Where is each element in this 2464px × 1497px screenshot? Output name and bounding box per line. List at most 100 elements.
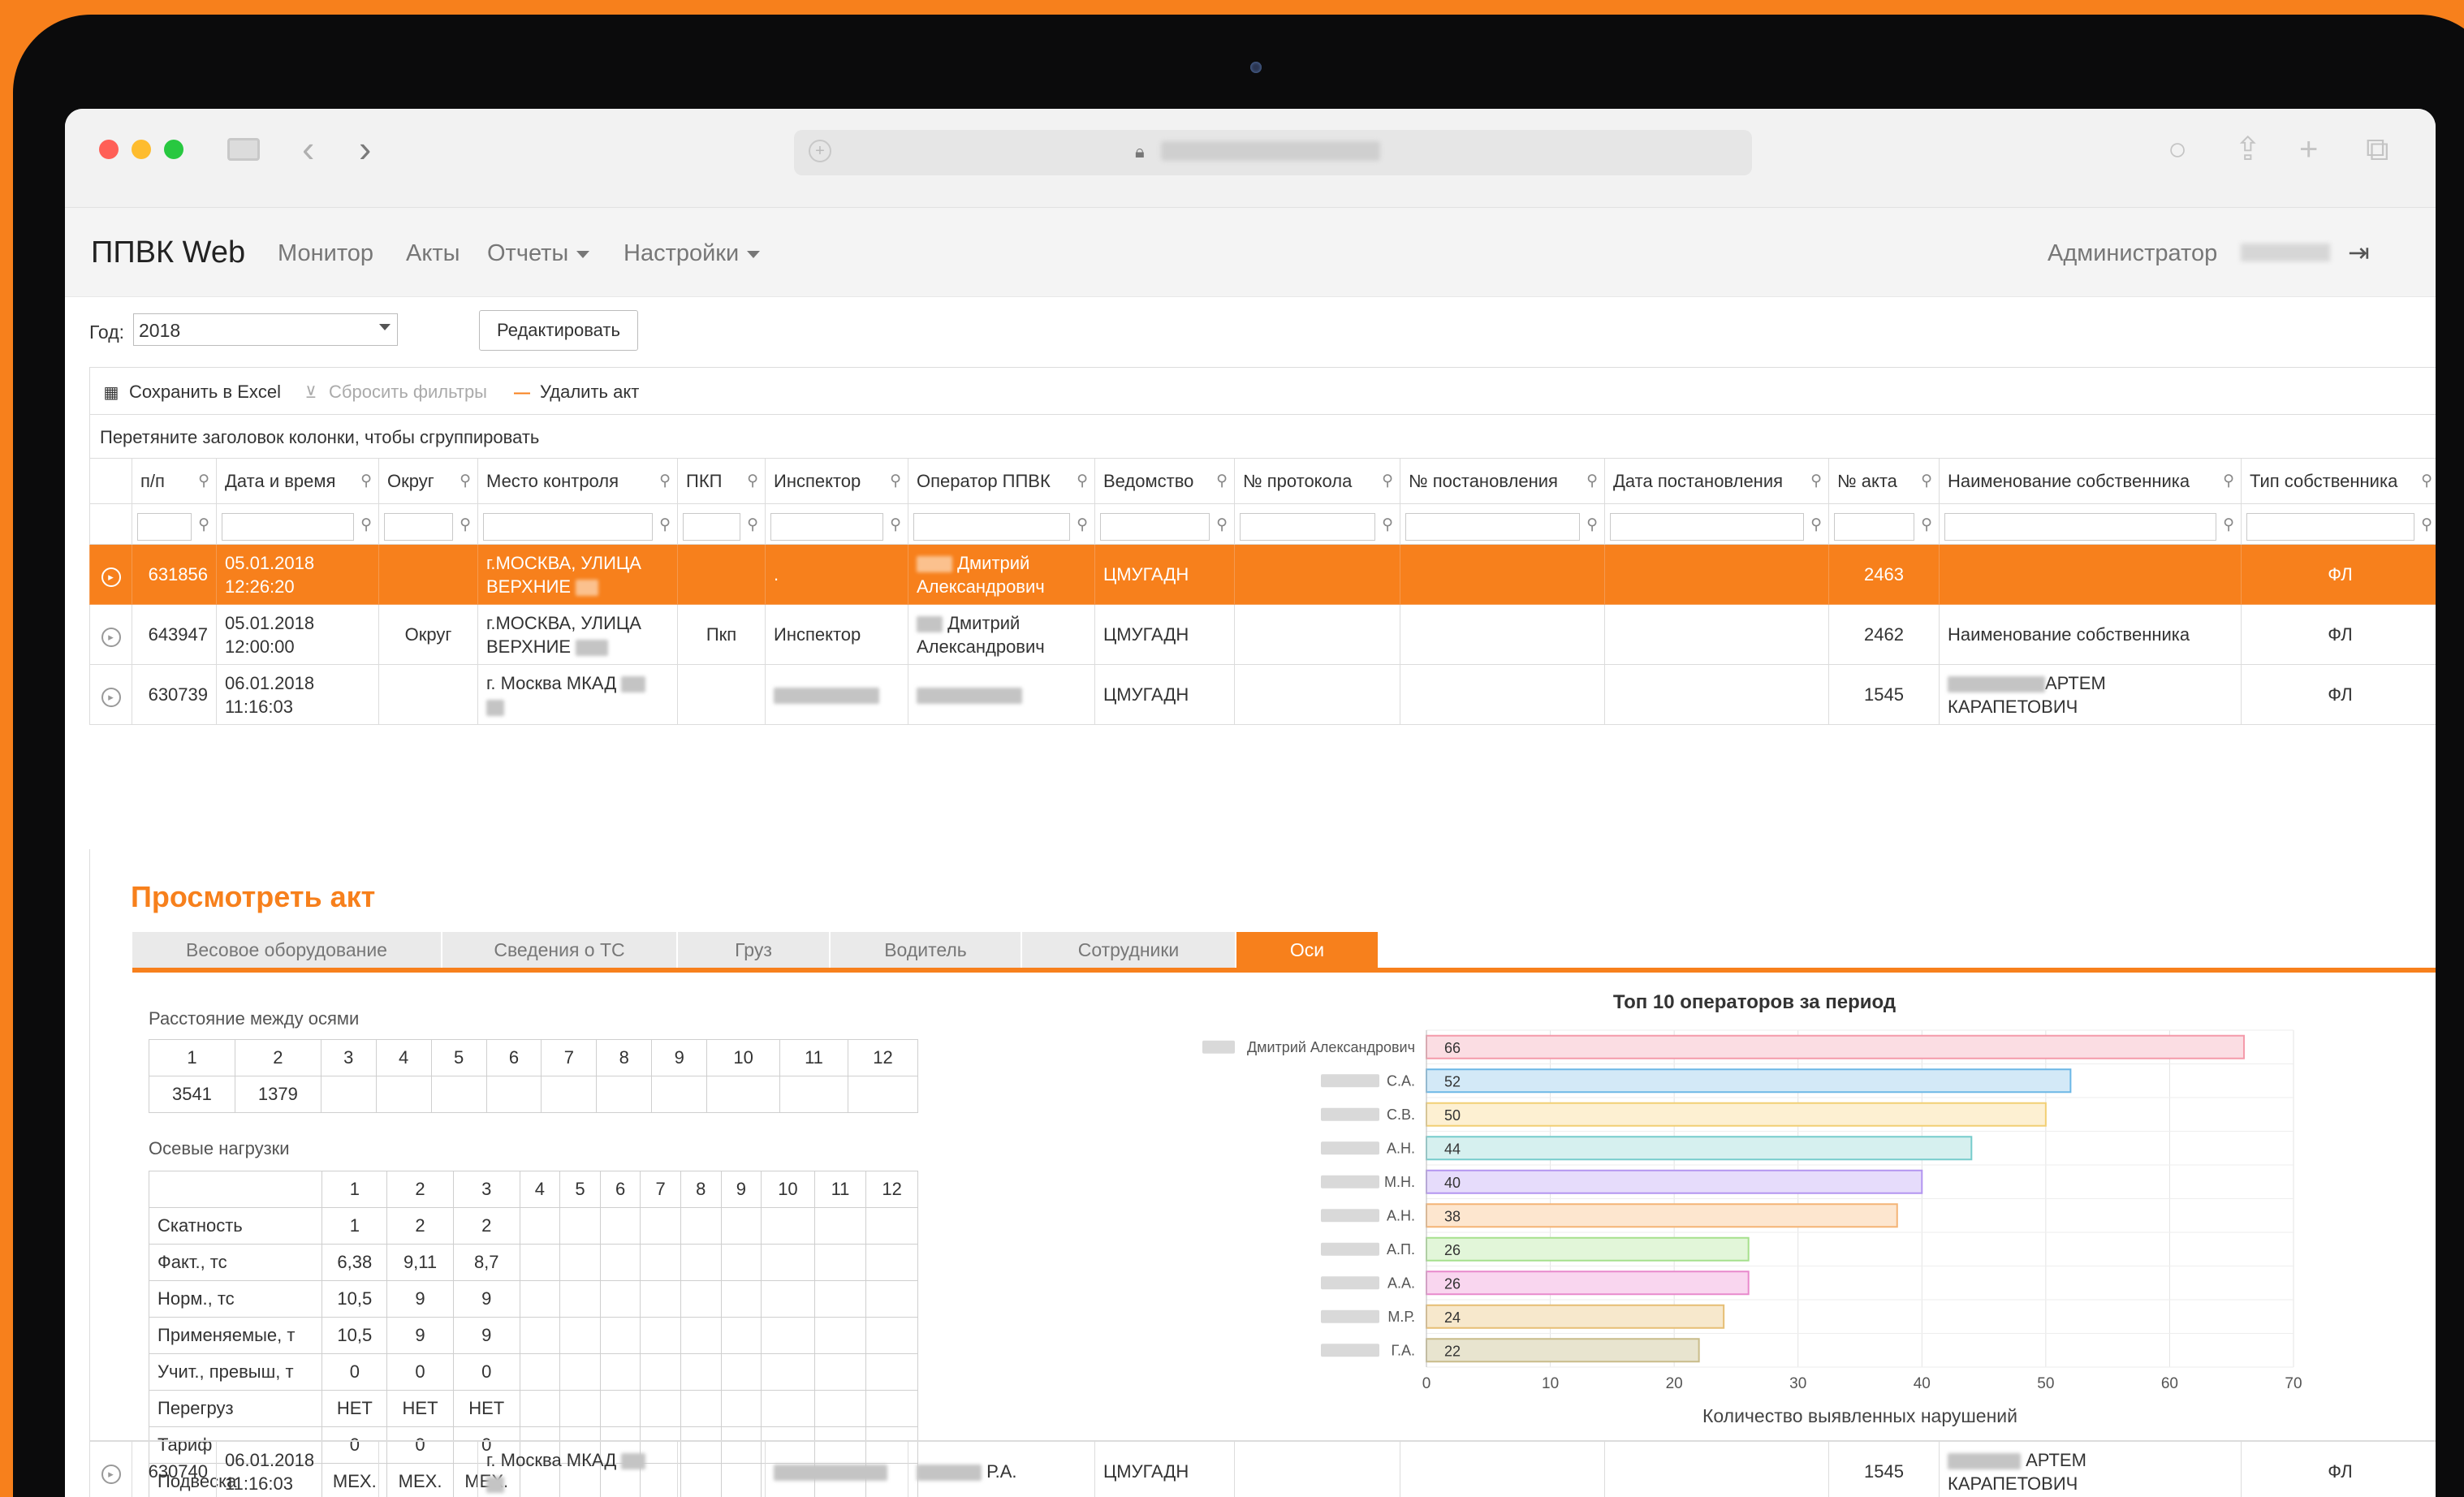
nav-monitor[interactable]: Монитор xyxy=(278,240,373,267)
filter-icon[interactable]: ⚲ xyxy=(1586,516,1598,534)
tab-vehicle[interactable]: Сведения о ТС xyxy=(442,932,678,968)
filter-icon[interactable]: ⚲ xyxy=(460,516,471,534)
tabs-overview-icon[interactable]: ⧉ xyxy=(2366,133,2389,166)
filter-input[interactable] xyxy=(1240,513,1375,541)
filter-input[interactable] xyxy=(222,513,354,541)
reset-filters-button[interactable]: ⊻ Сбросить фильтры xyxy=(301,382,487,403)
table-cell: 9 xyxy=(386,1280,454,1318)
address-bar[interactable]: + 🔒︎ xyxy=(794,130,1752,175)
table-row[interactable]: ▸ 630740 06.01.2018 11:16:03 г. Москва МК… xyxy=(89,1441,2436,1497)
header-cell[interactable]: № акта ⚲ xyxy=(1828,458,1940,504)
chart-category-redacted xyxy=(1321,1074,1379,1088)
expand-row-icon[interactable]: ▸ xyxy=(101,627,121,647)
expand-row-icon[interactable]: ▸ xyxy=(101,1464,121,1484)
header-cell[interactable]: № протокола ⚲ xyxy=(1234,458,1400,504)
header-cell[interactable]: п/п ⚲ xyxy=(132,458,217,504)
new-tab-icon[interactable]: + xyxy=(2299,133,2318,166)
filter-icon[interactable]: ⚲ xyxy=(1382,472,1393,490)
header-cell[interactable]: Округ ⚲ xyxy=(378,458,478,504)
forward-arrow-icon[interactable]: › xyxy=(359,130,371,167)
filter-icon[interactable]: ⚲ xyxy=(1077,472,1088,490)
maximize-window-button[interactable] xyxy=(164,140,183,159)
filter-input[interactable] xyxy=(1405,513,1580,541)
filter-icon[interactable]: ⚲ xyxy=(2223,516,2234,534)
filter-icon[interactable]: ⚲ xyxy=(360,516,372,534)
filter-icon[interactable]: ⚲ xyxy=(890,472,901,490)
nav-reports[interactable]: Отчеты xyxy=(487,240,590,267)
save-excel-button[interactable]: ▦ Сохранить в Excel xyxy=(101,382,282,403)
filter-input[interactable] xyxy=(483,513,653,541)
header-cell[interactable]: Дата постановления ⚲ xyxy=(1604,458,1829,504)
filter-icon[interactable]: ⚲ xyxy=(747,516,758,534)
filter-input[interactable] xyxy=(683,513,740,541)
year-select[interactable]: 2018 xyxy=(133,313,398,346)
logout-icon[interactable]: ⇥ xyxy=(2348,237,2370,268)
filter-icon[interactable]: ⚲ xyxy=(1810,516,1822,534)
filter-icon[interactable]: ⚲ xyxy=(659,516,671,534)
filter-icon[interactable]: ⚲ xyxy=(890,516,901,534)
header-cell[interactable]: Ведомство ⚲ xyxy=(1094,458,1235,504)
tab-staff[interactable]: Сотрудники xyxy=(1022,932,1236,968)
filter-icon[interactable]: ⚲ xyxy=(1216,516,1228,534)
app-brand[interactable]: ППВК Web xyxy=(91,235,245,270)
nav-reports-label: Отчеты xyxy=(487,240,569,266)
filter-icon[interactable]: ⚲ xyxy=(747,472,758,490)
filter-icon[interactable]: ⚲ xyxy=(198,516,209,534)
filter-icon[interactable]: ⚲ xyxy=(1586,472,1598,490)
filter-input[interactable] xyxy=(1834,513,1914,541)
nav-settings[interactable]: Настройки xyxy=(624,240,761,267)
header-cell[interactable]: Инспектор ⚲ xyxy=(765,458,908,504)
downloads-icon[interactable]: ○ xyxy=(2168,133,2187,166)
filter-icon[interactable]: ⚲ xyxy=(198,472,209,490)
user-name[interactable]: Администратор xyxy=(2048,240,2217,267)
delete-act-button[interactable]: — Удалить акт xyxy=(512,382,639,403)
share-icon[interactable]: ⇪ xyxy=(2234,133,2262,166)
header-cell[interactable]: Наименование собственника ⚲ xyxy=(1939,458,2242,504)
edit-button[interactable]: Редактировать xyxy=(479,310,638,351)
table-cell: НЕТ xyxy=(321,1390,388,1427)
table-cell xyxy=(847,1076,919,1113)
table-row[interactable]: ▸ 631856 05.01.2018 12:26:20 г.МОСКВА, УЛ… xyxy=(89,544,2436,605)
table-row[interactable]: ▸ 630739 06.01.2018 11:16:03 г. Москва МК… xyxy=(89,664,2436,725)
header-cell[interactable]: Место контроля ⚲ xyxy=(477,458,678,504)
close-window-button[interactable] xyxy=(99,140,119,159)
filter-icon[interactable]: ⚲ xyxy=(1810,472,1822,490)
filter-icon[interactable]: ⚲ xyxy=(2421,472,2432,490)
sidebar-toggle-icon[interactable] xyxy=(227,138,260,161)
filter-input[interactable] xyxy=(770,513,883,541)
filter-icon[interactable]: ⚲ xyxy=(2421,516,2432,534)
filter-icon[interactable]: ⚲ xyxy=(659,472,671,490)
filter-icon[interactable]: ⚲ xyxy=(1921,472,1932,490)
filter-input[interactable] xyxy=(384,513,453,541)
filter-input[interactable] xyxy=(1944,513,2216,541)
filter-icon[interactable]: ⚲ xyxy=(460,472,471,490)
nav-acts[interactable]: Акты xyxy=(406,240,460,267)
expand-row-icon[interactable]: ▸ xyxy=(101,687,121,707)
filter-icon[interactable]: ⚲ xyxy=(2223,472,2234,490)
expand-row-icon[interactable]: ▸ xyxy=(101,567,121,587)
tab-equipment[interactable]: Весовое оборудование xyxy=(132,932,442,968)
minimize-window-button[interactable] xyxy=(132,140,151,159)
filter-icon[interactable]: ⚲ xyxy=(1921,516,1932,534)
filter-input[interactable] xyxy=(2246,513,2414,541)
year-filter-row: Год: 2018 Редактировать xyxy=(89,308,2436,357)
tab-axes[interactable]: Оси xyxy=(1236,932,1379,968)
header-cell[interactable]: Дата и время ⚲ xyxy=(216,458,379,504)
tab-driver[interactable]: Водитель xyxy=(831,932,1022,968)
table-cell xyxy=(559,1280,601,1318)
filter-input[interactable] xyxy=(137,513,192,541)
header-cell[interactable]: ПКП ⚲ xyxy=(677,458,766,504)
filter-input[interactable] xyxy=(1610,513,1804,541)
back-arrow-icon[interactable]: ‹ xyxy=(302,130,314,167)
filter-icon[interactable]: ⚲ xyxy=(360,472,372,490)
filter-icon[interactable]: ⚲ xyxy=(1077,516,1088,534)
header-cell[interactable]: Оператор ППВК ⚲ xyxy=(908,458,1095,504)
tab-cargo[interactable]: Груз xyxy=(678,932,831,968)
filter-input[interactable] xyxy=(913,513,1070,541)
filter-icon[interactable]: ⚲ xyxy=(1382,516,1393,534)
filter-icon[interactable]: ⚲ xyxy=(1216,472,1228,490)
table-row[interactable]: ▸ 643947 05.01.2018 12:00:00 Округ г.МОСК… xyxy=(89,604,2436,665)
header-cell[interactable]: № постановления ⚲ xyxy=(1400,458,1605,504)
filter-input[interactable] xyxy=(1100,513,1210,541)
header-cell[interactable]: Тип собственника ⚲ xyxy=(2241,458,2436,504)
